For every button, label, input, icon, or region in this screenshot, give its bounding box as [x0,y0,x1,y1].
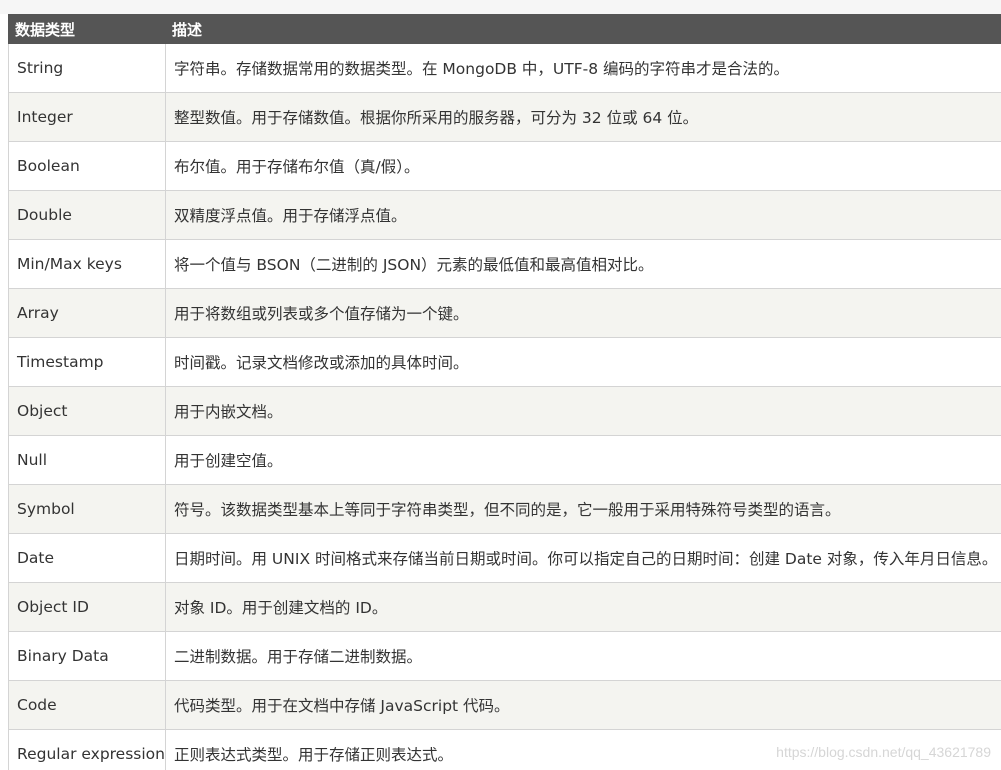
header-cell-description: 描述 [165,14,1001,44]
type-cell: Symbol [8,484,166,534]
top-strip [0,0,1001,14]
description-cell: 布尔值。用于存储布尔值（真/假）。 [165,141,1001,191]
table-row: Binary Data 二进制数据。用于存储二进制数据。 [8,631,1001,681]
table-row: Object 用于内嵌文档。 [8,386,1001,436]
description-cell: 字符串。存储数据常用的数据类型。在 MongoDB 中，UTF-8 编码的字符串… [165,43,1001,93]
description-cell: 将一个值与 BSON（二进制的 JSON）元素的最低值和最高值相对比。 [165,239,1001,289]
header-row: 数据类型 描述 [8,14,1001,44]
description-cell: 二进制数据。用于存储二进制数据。 [165,631,1001,681]
type-cell: Null [8,435,166,485]
header-cell-type: 数据类型 [8,14,166,44]
description-cell: 整型数值。用于存储数值。根据你所采用的服务器，可分为 32 位或 64 位。 [165,92,1001,142]
table-row: Symbol 符号。该数据类型基本上等同于字符串类型，但不同的是，它一般用于采用… [8,484,1001,534]
data-types-table: 数据类型 描述 String 字符串。存储数据常用的数据类型。在 MongoDB… [8,14,1001,770]
table-row: Date 日期时间。用 UNIX 时间格式来存储当前日期或时间。你可以指定自己的… [8,533,1001,583]
table-row: Boolean 布尔值。用于存储布尔值（真/假）。 [8,141,1001,191]
table-row: Null 用于创建空值。 [8,435,1001,485]
description-cell: 时间戳。记录文档修改或添加的具体时间。 [165,337,1001,387]
type-cell: Boolean [8,141,166,191]
type-cell: Integer [8,92,166,142]
description-cell: 用于创建空值。 [165,435,1001,485]
description-cell: 日期时间。用 UNIX 时间格式来存储当前日期或时间。你可以指定自己的日期时间：… [165,533,1001,583]
type-cell: Date [8,533,166,583]
table-row: Integer 整型数值。用于存储数值。根据你所采用的服务器，可分为 32 位或… [8,92,1001,142]
table-row: Timestamp 时间戳。记录文档修改或添加的具体时间。 [8,337,1001,387]
type-cell: String [8,43,166,93]
type-cell: Code [8,680,166,730]
description-cell: 用于将数组或列表或多个值存储为一个键。 [165,288,1001,338]
type-cell: Timestamp [8,337,166,387]
type-cell: Double [8,190,166,240]
page: 数据类型 描述 String 字符串。存储数据常用的数据类型。在 MongoDB… [0,0,1001,770]
type-cell: Array [8,288,166,338]
description-cell: 代码类型。用于在文档中存储 JavaScript 代码。 [165,680,1001,730]
description-cell: 用于内嵌文档。 [165,386,1001,436]
table-row: Code 代码类型。用于在文档中存储 JavaScript 代码。 [8,680,1001,730]
description-cell: 对象 ID。用于创建文档的 ID。 [165,582,1001,632]
table-row: Double 双精度浮点值。用于存储浮点值。 [8,190,1001,240]
table-header: 数据类型 描述 [8,14,1001,44]
table-row: String 字符串。存储数据常用的数据类型。在 MongoDB 中，UTF-8… [8,43,1001,93]
table-row: Object ID 对象 ID。用于创建文档的 ID。 [8,582,1001,632]
type-cell: Object [8,386,166,436]
type-cell: Binary Data [8,631,166,681]
type-cell: Regular expression [8,729,166,770]
table-row: Min/Max keys 将一个值与 BSON（二进制的 JSON）元素的最低值… [8,239,1001,289]
description-cell: 符号。该数据类型基本上等同于字符串类型，但不同的是，它一般用于采用特殊符号类型的… [165,484,1001,534]
table-body: String 字符串。存储数据常用的数据类型。在 MongoDB 中，UTF-8… [8,43,1001,770]
table-row: Array 用于将数组或列表或多个值存储为一个键。 [8,288,1001,338]
description-cell: 双精度浮点值。用于存储浮点值。 [165,190,1001,240]
type-cell: Object ID [8,582,166,632]
watermark: https://blog.csdn.net/qq_43621789 [776,744,991,760]
type-cell: Min/Max keys [8,239,166,289]
